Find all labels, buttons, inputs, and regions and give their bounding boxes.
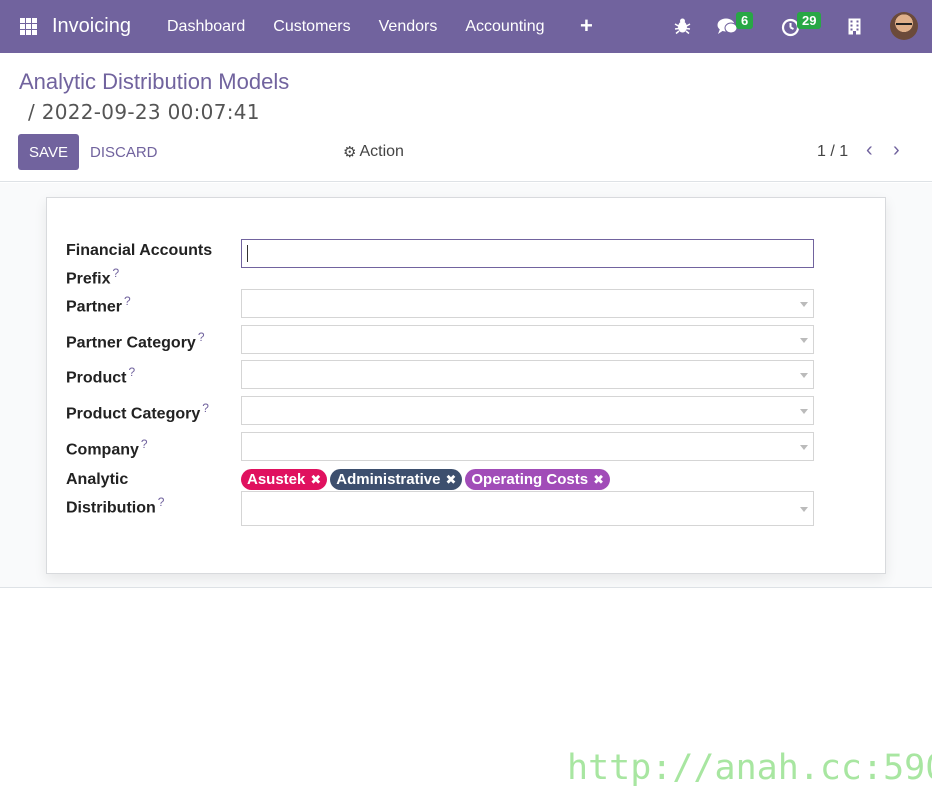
partner-category-select[interactable] — [241, 325, 814, 354]
action-label: Action — [359, 143, 404, 160]
form-sheet: Financial Accounts Prefix? Partner? Part… — [46, 197, 886, 574]
chevron-right-icon[interactable]: › — [893, 139, 900, 162]
gear-icon: ⚙ — [343, 144, 357, 161]
partner-select[interactable] — [241, 289, 814, 318]
product-select[interactable] — [241, 360, 814, 389]
add-menu-button[interactable]: + — [580, 13, 593, 39]
field-label: Company? — [66, 437, 148, 459]
pager-value[interactable]: 1 / 1 — [817, 143, 848, 161]
analytic-distribution-select[interactable] — [241, 491, 814, 526]
help-tooltip-icon[interactable]: ? — [141, 437, 148, 451]
menu-dashboard[interactable]: Dashboard — [167, 18, 245, 36]
activity-badge: 29 — [797, 12, 822, 29]
caret-down-icon — [800, 507, 808, 512]
help-tooltip-icon[interactable]: ? — [198, 330, 205, 344]
user-avatar[interactable] — [890, 12, 918, 40]
breadcrumb-current-record: / 2022-09-23 00:07:41 — [28, 100, 260, 124]
caret-down-icon — [800, 445, 808, 450]
caret-down-icon — [800, 338, 808, 343]
menu-vendors[interactable]: Vendors — [379, 18, 438, 36]
caret-down-icon — [800, 302, 808, 307]
text-caret — [247, 245, 248, 262]
field-label: Financial Accounts Prefix? — [66, 242, 213, 288]
field-label: Analytic Distribution? — [66, 471, 165, 517]
help-tooltip-icon[interactable]: ? — [158, 495, 165, 509]
main-menu: Dashboard Customers Vendors Accounting — [167, 18, 573, 36]
help-tooltip-icon[interactable]: ? — [112, 266, 119, 280]
field-financial-accounts-prefix: Financial Accounts Prefix? — [66, 239, 826, 287]
field-label: Partner? — [66, 294, 131, 316]
remove-tag-icon[interactable]: ✖ — [310, 472, 321, 488]
field-analytic-distribution: Analytic Distribution? Asustek ✖ Administ… — [66, 468, 826, 528]
company-building-icon[interactable] — [848, 18, 862, 36]
chat-badge: 6 — [736, 12, 754, 29]
save-button[interactable]: SAVE — [18, 134, 79, 170]
tag-administrative[interactable]: Administrative ✖ — [330, 469, 463, 490]
analytic-tags: Asustek ✖ Administrative ✖ Operating Costs… — [241, 469, 613, 490]
financial-accounts-prefix-input[interactable] — [241, 239, 814, 268]
help-tooltip-icon[interactable]: ? — [128, 365, 135, 379]
control-panel: Analytic Distribution Models / 2022-09-2… — [0, 53, 932, 182]
watermark-text: http://anah.cc:5900 — [567, 748, 932, 788]
caret-down-icon — [800, 409, 808, 414]
remove-tag-icon[interactable]: ✖ — [593, 472, 604, 488]
menu-accounting[interactable]: Accounting — [465, 18, 544, 36]
chevron-left-icon[interactable]: ‹ — [866, 139, 873, 162]
field-label: Product? — [66, 365, 136, 387]
tag-asustek[interactable]: Asustek ✖ — [241, 469, 328, 490]
app-brand[interactable]: Invoicing — [52, 15, 131, 38]
menu-customers[interactable]: Customers — [273, 18, 350, 36]
breadcrumb-parent[interactable]: Analytic Distribution Models — [19, 69, 289, 95]
field-partner: Partner? — [66, 289, 826, 320]
field-product: Product? — [66, 360, 826, 391]
form-view: Financial Accounts Prefix? Partner? Part… — [0, 183, 932, 588]
tag-operating-costs[interactable]: Operating Costs ✖ — [465, 469, 610, 490]
discard-button[interactable]: DISCARD — [90, 144, 158, 161]
debug-bug-icon[interactable] — [674, 17, 692, 35]
remove-tag-icon[interactable]: ✖ — [445, 472, 456, 488]
field-label: Partner Category? — [66, 330, 205, 352]
field-partner-category: Partner Category? — [66, 325, 826, 356]
apps-menu-icon[interactable] — [20, 18, 37, 35]
field-label: Product Category? — [66, 401, 209, 423]
action-menu-button[interactable]: ⚙ Action — [343, 143, 404, 161]
company-select[interactable] — [241, 432, 814, 461]
top-navbar: Invoicing Dashboard Customers Vendors Ac… — [0, 0, 932, 53]
field-product-category: Product Category? — [66, 396, 826, 427]
help-tooltip-icon[interactable]: ? — [202, 401, 209, 415]
help-tooltip-icon[interactable]: ? — [124, 294, 131, 308]
field-company: Company? — [66, 432, 826, 463]
product-category-select[interactable] — [241, 396, 814, 425]
caret-down-icon — [800, 373, 808, 378]
